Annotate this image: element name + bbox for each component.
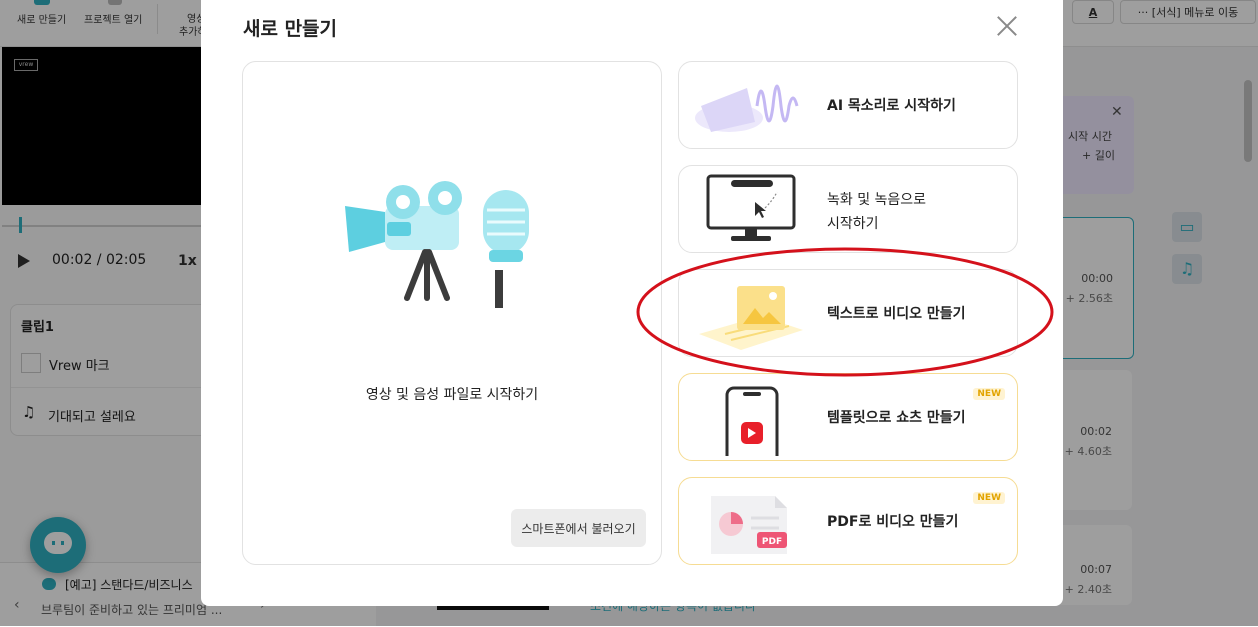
camera-microphone-illustration: [345, 181, 529, 308]
new-badge: NEW: [973, 388, 1005, 400]
start-from-media-card[interactable]: 영상 및 음성 파일로 시작하기 스마트폰에서 불러오기: [242, 61, 662, 565]
close-icon[interactable]: [993, 12, 1021, 40]
import-from-phone-button[interactable]: 스마트폰에서 불러오기: [511, 509, 646, 547]
monitor-record-icon: [706, 174, 796, 241]
modal-title: 새로 만들기: [243, 18, 338, 40]
text-to-video-option[interactable]: 텍스트로 비디오 만들기: [678, 269, 1018, 357]
ai-voice-waveform-icon: [695, 84, 799, 132]
ai-voice-option[interactable]: AI 목소리로 시작하기: [678, 61, 1018, 149]
pdf-document-icon: PDF: [711, 496, 787, 554]
new-project-modal: 새로 만들기 영상 및 음성 파일로 시작하기 스마트폰에서 불러오기 AI 목…: [201, 0, 1063, 606]
pdf-to-video-option[interactable]: PDF PDF로 비디오 만들기 NEW: [678, 477, 1018, 565]
text-to-video-label: 텍스트로 비디오 만들기: [827, 306, 966, 322]
record-option[interactable]: 녹화 및 녹음으로 시작하기: [678, 165, 1018, 253]
phone-shorts-icon: [725, 386, 779, 456]
ai-voice-label: AI 목소리로 시작하기: [827, 98, 956, 114]
shorts-template-option[interactable]: 템플릿으로 쇼츠 만들기 NEW: [678, 373, 1018, 461]
new-badge: NEW: [973, 492, 1005, 504]
shorts-template-label: 템플릿으로 쇼츠 만들기: [827, 410, 966, 426]
text-to-video-image-icon: [699, 286, 803, 350]
record-label: 녹화 및 녹음으로 시작하기: [827, 192, 927, 232]
pdf-tag: PDF: [762, 537, 782, 547]
start-from-media-label: 영상 및 음성 파일로 시작하기: [365, 387, 539, 403]
pdf-to-video-label: PDF로 비디오 만들기: [827, 514, 959, 530]
